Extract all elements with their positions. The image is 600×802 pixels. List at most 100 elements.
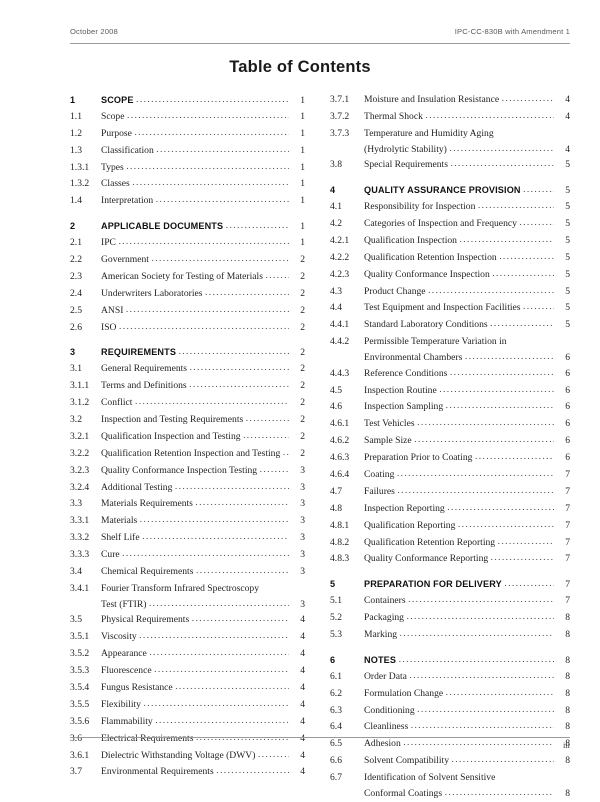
toc-entry[interactable]: 3.4.1 Fourier Transform Infrared Spectros… [70, 581, 305, 612]
toc-entry[interactable]: 4.8.2 Qualification Retention Reporting 7 [330, 535, 570, 552]
toc-entry[interactable]: 4.3 Product Change 5 [330, 284, 570, 301]
toc-entry-page: 3 [300, 464, 305, 476]
toc-entry[interactable]: 2.2 Government 2 [70, 252, 305, 269]
toc-entry[interactable]: 3.7 Environmental Requirements 4 [70, 764, 305, 781]
toc-entry[interactable]: 3.7.2 Thermal Shock 4 [330, 109, 570, 126]
toc-entry[interactable]: 3.1.2 Conflict 2 [70, 395, 305, 412]
header-date: October 2008 [70, 27, 118, 36]
toc-entry[interactable]: 3.5.1 Viscosity 4 [70, 629, 305, 646]
toc-entry[interactable]: 3.8 Special Requirements 5 [330, 157, 570, 174]
toc-entry[interactable]: 3.5.3 Fluorescence 4 [70, 663, 305, 680]
toc-entry[interactable]: 3.6.1 Dielectric Withstanding Voltage (DW… [70, 748, 305, 765]
toc-entry[interactable]: 4.4.1 Standard Laboratory Conditions 5 [330, 317, 570, 334]
toc-entry-number: 6.4 [330, 721, 342, 733]
toc-entry[interactable]: 3.1.1 Terms and Definitions 2 [70, 378, 305, 395]
toc-entry[interactable]: 6.4 Cleanliness 8 [330, 719, 570, 736]
toc-entry[interactable]: 1 SCOPE 1 [70, 92, 305, 109]
toc-entry[interactable]: 4.2 Categories of Inspection and Frequenc… [330, 216, 570, 233]
toc-entry[interactable]: 4.4 Test Equipment and Inspection Facilit… [330, 300, 570, 317]
toc-entry-title-row: Interpretation [101, 193, 289, 210]
toc-entry[interactable]: 6.2 Formulation Change 8 [330, 686, 570, 703]
toc-entry[interactable]: 6.6 Solvent Compatibility 8 [330, 753, 570, 770]
toc-entry[interactable]: 2.3 American Society for Testing of Mater… [70, 269, 305, 286]
toc-entry[interactable]: 2.6 ISO 2 [70, 320, 305, 337]
toc-entry[interactable]: 4.6.4 Coating 7 [330, 467, 570, 484]
toc-entry[interactable]: 1.3.1 Types 1 [70, 160, 305, 177]
toc-entry[interactable]: 6.3 Conditioning 8 [330, 703, 570, 720]
toc-entry[interactable]: 3.2 Inspection and Testing Requirements 2 [70, 412, 305, 429]
toc-entry[interactable]: 5 PREPARATION FOR DELIVERY 7 [330, 576, 570, 593]
toc-entry[interactable]: 1.4 Interpretation 1 [70, 193, 305, 210]
toc-entry[interactable]: 4.6.1 Test Vehicles 6 [330, 416, 570, 433]
toc-entry-number: 3.1 [70, 363, 82, 375]
toc-entry-line: 3.4.1 Fourier Transform Infrared Spectros… [70, 581, 305, 598]
toc-entry[interactable]: 5.3 Marking 8 [330, 627, 570, 644]
toc-entry[interactable]: 3.5.5 Flexibility 4 [70, 697, 305, 714]
toc-entry[interactable]: 5.2 Packaging 8 [330, 610, 570, 627]
toc-entry-title-row: Types [101, 160, 289, 177]
toc-entry[interactable]: 3.3 Materials Requirements 3 [70, 496, 305, 513]
toc-entry-title: Quality Conformance Reporting [364, 553, 489, 565]
dot-leader [258, 750, 289, 759]
toc-entry[interactable]: 3.2.4 Additional Testing 3 [70, 480, 305, 497]
toc-entry-page: 4 [565, 110, 570, 122]
toc-entry[interactable]: 2.1 IPC 1 [70, 235, 305, 252]
toc-entry[interactable]: 3.5.4 Fungus Resistance 4 [70, 680, 305, 697]
toc-entry[interactable]: 4.8.1 Qualification Reporting 7 [330, 518, 570, 535]
toc-entry[interactable]: 2.5 ANSI 2 [70, 303, 305, 320]
toc-entry[interactable]: 2.4 Underwriters Laboratories 2 [70, 286, 305, 303]
dot-leader [118, 237, 289, 246]
toc-entry[interactable]: 4.6.3 Preparation Prior to Coating 6 [330, 450, 570, 467]
toc-entry[interactable]: 3.1 General Requirements 2 [70, 361, 305, 378]
toc-entry-title-row: Special Requirements [364, 157, 554, 174]
toc-entry[interactable]: 2 APPLICABLE DOCUMENTS 1 [70, 218, 305, 235]
toc-entry-page: 8 [565, 629, 570, 641]
toc-entry[interactable]: 4.6 Inspection Sampling 6 [330, 399, 570, 416]
toc-entry-number: 1.3.2 [70, 178, 90, 190]
toc-entry-page: 3 [300, 481, 305, 493]
toc-entry[interactable]: 6.1 Order Data 8 [330, 669, 570, 686]
toc-entry[interactable]: 3.3.2 Shelf Life 3 [70, 530, 305, 547]
toc-entry[interactable]: 6.7 Identification of Solvent Sensitive6.… [330, 770, 570, 801]
toc-entry-page: 4 [300, 665, 305, 677]
toc-entry[interactable]: 3.4 Chemical Requirements 3 [70, 564, 305, 581]
toc-entry-title: Marking [364, 629, 398, 641]
toc-entry[interactable]: 3.2.2 Qualification Retention Inspection … [70, 446, 305, 463]
toc-entry[interactable]: 3.3.3 Cure 3 [70, 547, 305, 564]
toc-entry[interactable]: 3.7.3 Temperature and Humidity Aging3.7.3… [330, 126, 570, 157]
toc-entry[interactable]: 4.7 Failures 7 [330, 484, 570, 501]
toc-entry-number: 6 [330, 654, 336, 665]
toc-entry[interactable]: 3.2.1 Qualification Inspection and Testin… [70, 429, 305, 446]
toc-entry-number: 4.4.1 [330, 319, 350, 331]
toc-entry[interactable]: 3.3.1 Materials 3 [70, 513, 305, 530]
toc-entry[interactable]: 1.1 Scope 1 [70, 109, 305, 126]
toc-entry[interactable]: 4.8 Inspection Reporting 7 [330, 501, 570, 518]
toc-entry[interactable]: 4.1 Responsibility for Inspection 5 [330, 199, 570, 216]
toc-entry[interactable]: 4.4.2 Permissible Temperature Variation i… [330, 334, 570, 365]
toc-entry-page: 1 [300, 110, 305, 122]
toc-entry[interactable]: 1.3 Classification 1 [70, 143, 305, 160]
toc-entry-page: 7 [565, 519, 570, 531]
toc-entry[interactable]: 4.8.3 Quality Conformance Reporting 7 [330, 551, 570, 568]
toc-entry-number: 1.2 [70, 127, 82, 139]
toc-entry[interactable]: 3.5.6 Flammability 4 [70, 714, 305, 731]
toc-entry[interactable]: 3.5 Physical Requirements 4 [70, 612, 305, 629]
toc-entry[interactable]: 5.1 Containers 7 [330, 593, 570, 610]
toc-entry[interactable]: 3 REQUIREMENTS 2 [70, 344, 305, 361]
toc-entry[interactable]: 3.7.1 Moisture and Insulation Resistance 4 [330, 92, 570, 109]
toc-entry[interactable]: 3.2.3 Quality Conformance Inspection Test… [70, 463, 305, 480]
toc-entry[interactable]: 4.2.2 Qualification Retention Inspection 5 [330, 250, 570, 267]
toc-entry[interactable]: 6 NOTES 8 [330, 652, 570, 669]
toc-entry[interactable]: 1.2 Purpose 1 [70, 126, 305, 143]
toc-entry[interactable]: 4.5 Inspection Routine 6 [330, 383, 570, 400]
toc-entry[interactable]: 4.2.3 Quality Conformance Inspection 5 [330, 267, 570, 284]
toc-entry-title: NOTES [364, 654, 397, 665]
toc-entry-title-row: Packaging [364, 610, 554, 627]
toc-entry[interactable]: 4.2.1 Qualification Inspection 5 [330, 233, 570, 250]
toc-entry[interactable]: 3.5.2 Appearance 4 [70, 646, 305, 663]
toc-entry[interactable]: 4 QUALITY ASSURANCE PROVISION 5 [330, 182, 570, 199]
toc-entry-page: 1 [300, 237, 305, 249]
toc-entry[interactable]: 1.3.2 Classes 1 [70, 176, 305, 193]
toc-entry[interactable]: 4.4.3 Reference Conditions 6 [330, 366, 570, 383]
toc-entry[interactable]: 4.6.2 Sample Size 6 [330, 433, 570, 450]
